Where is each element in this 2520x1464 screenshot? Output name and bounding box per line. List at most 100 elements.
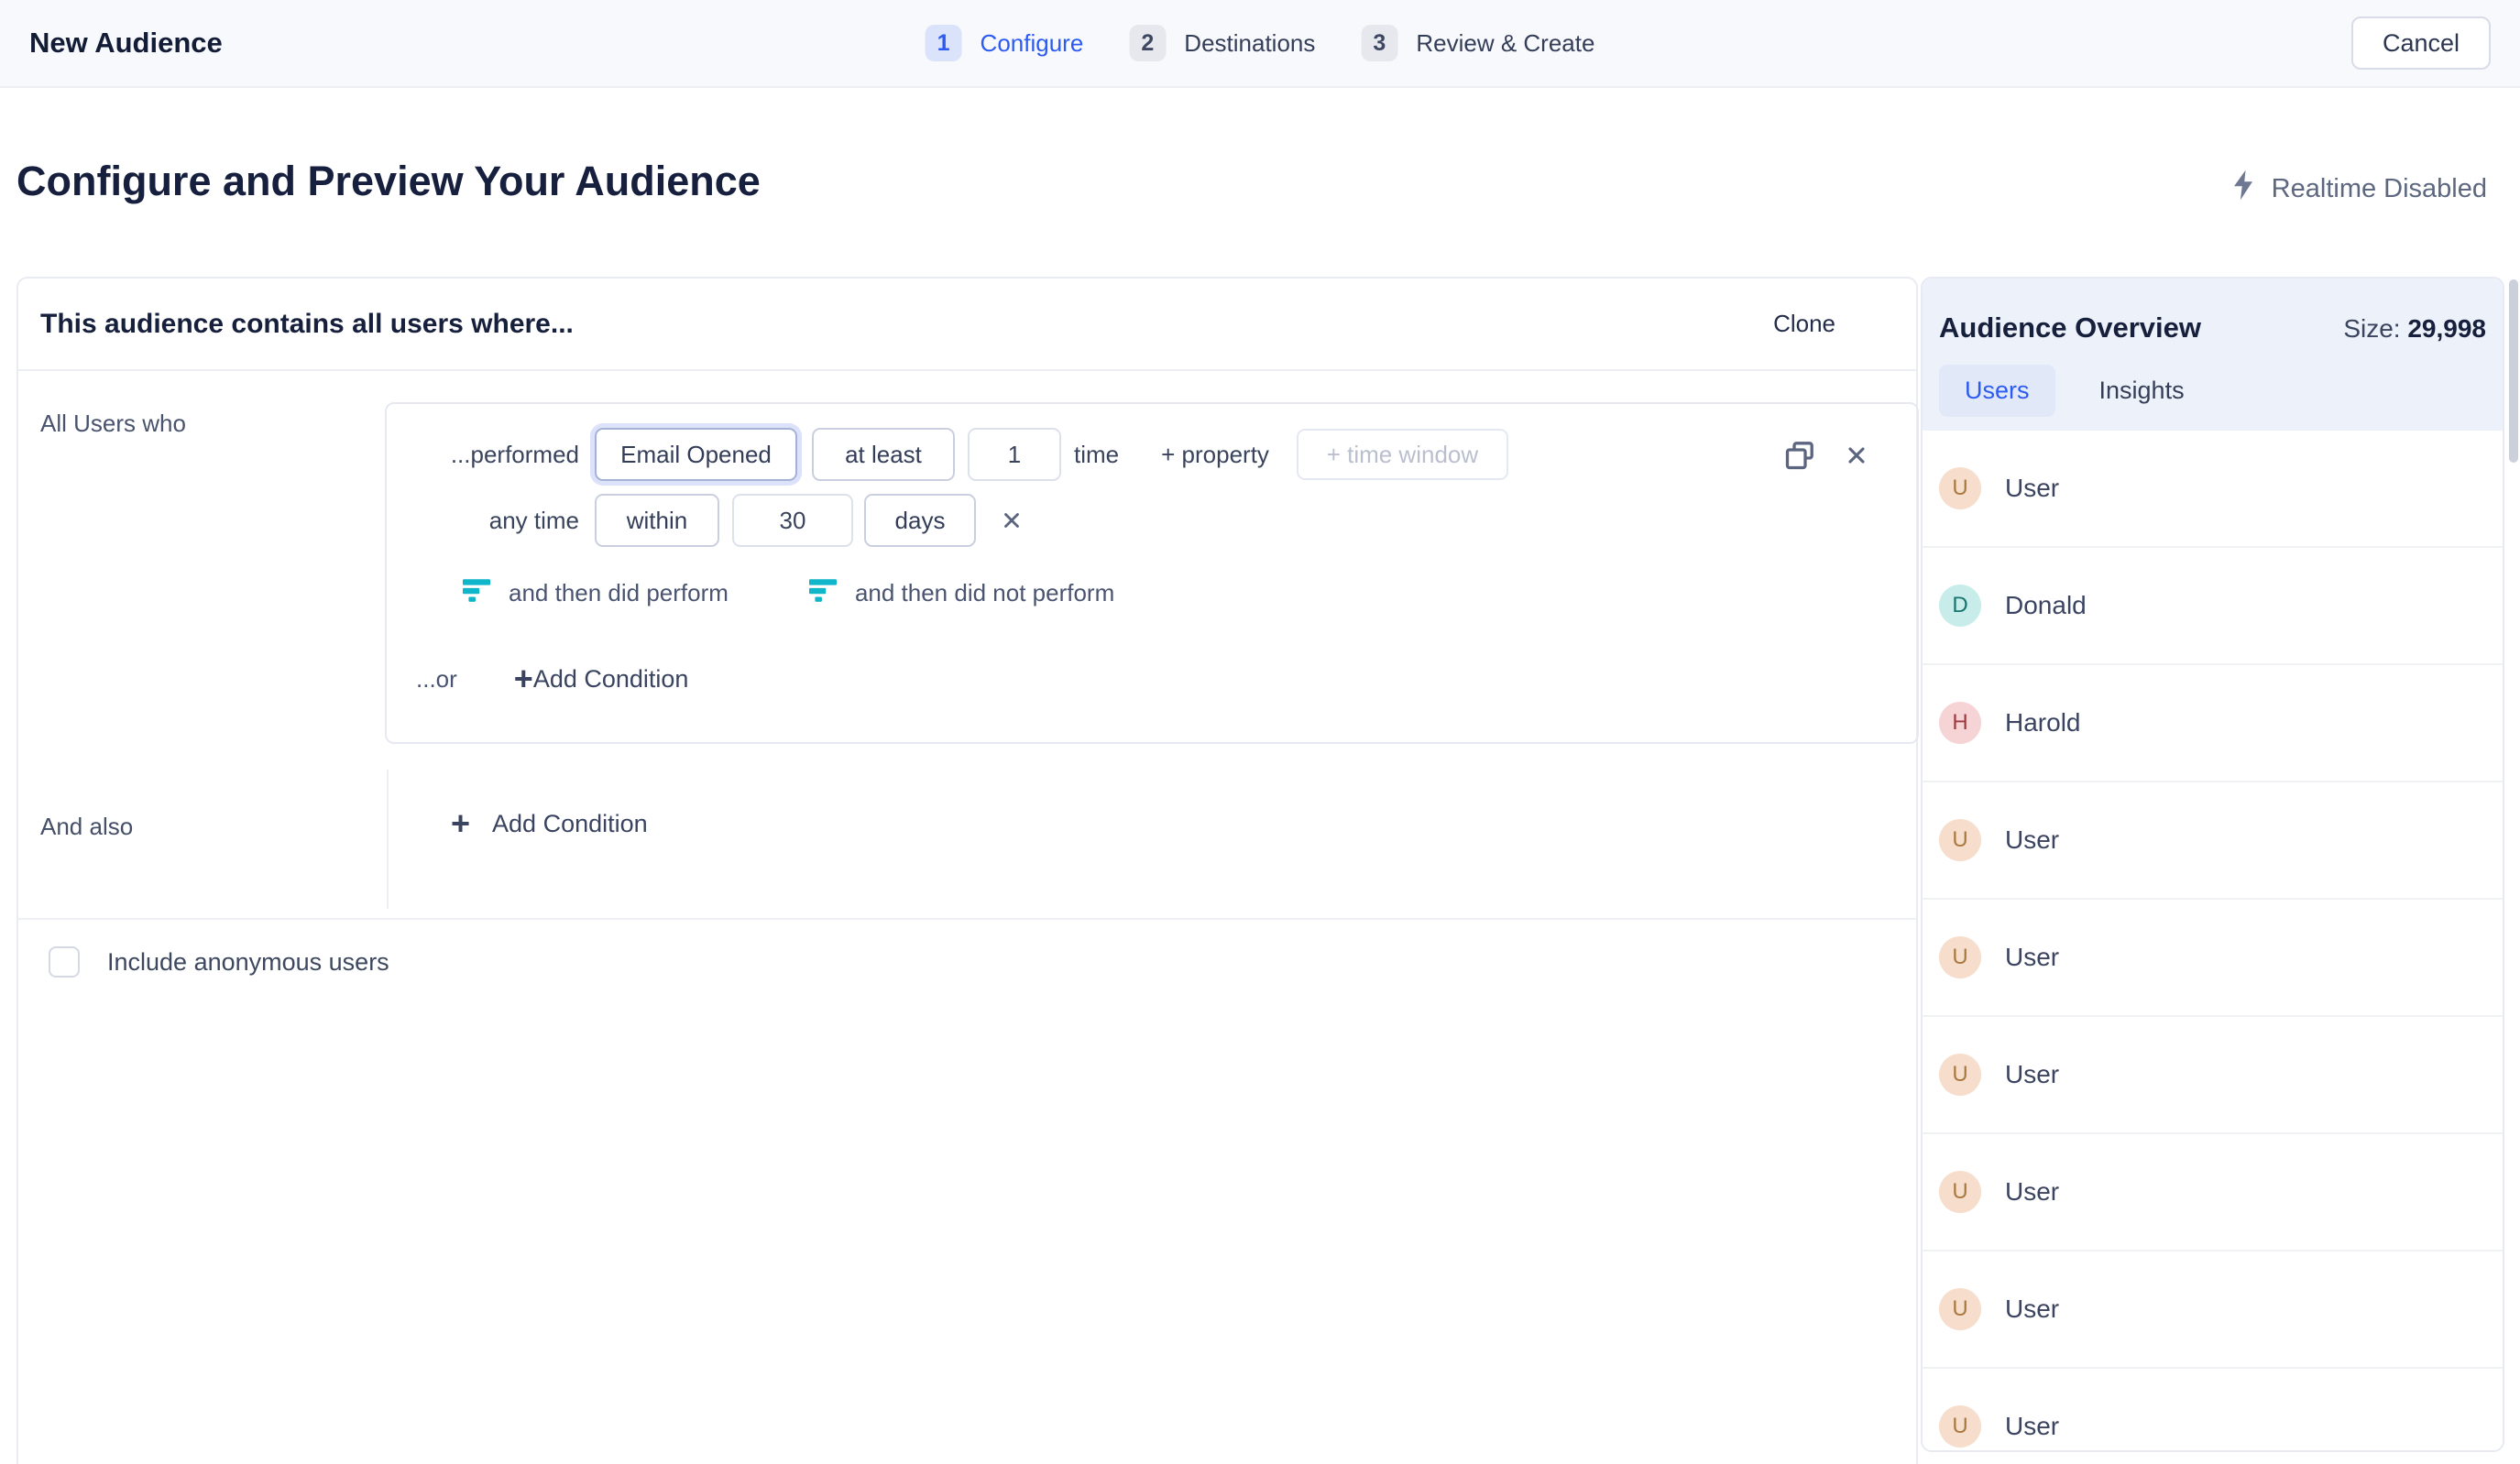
plus-icon: + — [514, 662, 533, 695]
user-row[interactable]: UUser — [1923, 782, 2503, 900]
duplicate-condition-button[interactable] — [1783, 439, 1816, 472]
add-condition-label: Add Condition — [533, 665, 689, 694]
topbar: New Audience 1 Configure 2 Destinations 3 Rev… — [0, 0, 2520, 88]
user-row[interactable]: UUser — [1923, 1017, 2503, 1134]
step-number: 2 — [1129, 25, 1166, 61]
avatar: U — [1939, 1405, 1981, 1448]
user-name: User — [2005, 1177, 2059, 1207]
operator-select[interactable]: at least — [812, 428, 955, 481]
anytime-label: any time — [387, 507, 579, 535]
anonymous-users-row: Include anonymous users — [49, 946, 389, 978]
builder-body: All Users who ...performed Email Opened … — [18, 371, 1916, 1464]
step-label: Destinations — [1184, 29, 1315, 58]
remove-time-window-button[interactable] — [1000, 508, 1024, 532]
user-name: Donald — [2005, 591, 2087, 620]
avatar: U — [1939, 936, 1981, 978]
user-list: UUserDDonaldHHaroldUUserUUserUUserUUserU… — [1923, 431, 2503, 1452]
remove-condition-button[interactable] — [1844, 442, 1869, 468]
and-also-label: And also — [40, 813, 133, 841]
builder-title: This audience contains all users where..… — [40, 309, 574, 340]
step-destinations[interactable]: 2 Destinations — [1129, 25, 1315, 61]
then-did-perform-label: and then did perform — [509, 579, 729, 607]
condition-row-event: ...performed Email Opened at least time … — [387, 428, 1508, 481]
screen: New Audience 1 Configure 2 Destinations 3 Rev… — [0, 0, 2520, 1464]
include-anonymous-label: Include anonymous users — [107, 948, 389, 977]
avatar: U — [1939, 1288, 1981, 1330]
event-select[interactable]: Email Opened — [595, 428, 797, 481]
user-name: User — [2005, 1295, 2059, 1324]
realtime-status: Realtime Disabled — [2230, 169, 2487, 209]
size-value: 29,998 — [2407, 314, 2486, 343]
user-row[interactable]: U User — [1923, 1134, 2503, 1251]
audience-overview-panel: Audience Overview Size: 29,998 Users Insi… — [1921, 277, 2504, 1452]
then-did-not-perform-label: and then did not perform — [855, 579, 1114, 607]
overview-title: Audience Overview — [1939, 311, 2201, 344]
overview-tabs: Users Insights — [1939, 365, 2486, 417]
user-name: User — [2005, 943, 2059, 972]
realtime-label: Realtime Disabled — [2272, 174, 2487, 204]
builder-header: This audience contains all users where..… — [18, 279, 1916, 371]
step-number: 3 — [1361, 25, 1397, 61]
include-anonymous-checkbox[interactable] — [49, 946, 80, 978]
cancel-button[interactable]: Cancel — [2351, 16, 2491, 70]
add-time-window-button[interactable]: + time window — [1297, 429, 1508, 480]
funnel-filter-icon — [463, 578, 490, 608]
sequence-actions-row: and then did perform and then did not pe… — [463, 578, 1114, 608]
user-name: Harold — [2005, 708, 2080, 737]
count-input[interactable] — [968, 428, 1061, 481]
step-configure[interactable]: 1 Configure — [926, 25, 1084, 61]
copy-icon — [1783, 461, 1816, 475]
step-label: Review & Create — [1416, 29, 1594, 58]
bolt-icon — [2230, 169, 2257, 209]
overview-header: Audience Overview Size: 29,998 Users Insi… — [1923, 279, 2503, 431]
size-label: Size: — [2343, 314, 2400, 343]
user-name: User — [2005, 1412, 2059, 1441]
avatar: U — [1939, 467, 1981, 509]
window-operator-select[interactable]: within — [595, 494, 719, 547]
step-review-create[interactable]: 3 Review & Create — [1361, 25, 1594, 61]
avatar: D — [1939, 585, 1981, 627]
group-label: All Users who — [40, 410, 186, 438]
step-number: 1 — [926, 25, 962, 61]
or-condition-row: ...or + Add Condition — [416, 662, 688, 695]
avatar: H — [1939, 702, 1981, 744]
add-and-condition-button[interactable]: + Add Condition — [451, 807, 648, 840]
tab-insights[interactable]: Insights — [2074, 365, 2210, 417]
funnel-filter-icon — [809, 578, 837, 608]
add-or-condition-button[interactable]: Add Condition — [533, 665, 689, 694]
user-name: User — [2005, 1060, 2059, 1089]
plus-icon: + — [451, 807, 470, 840]
step-label: Configure — [981, 29, 1084, 58]
user-row[interactable]: H Harold — [1923, 665, 2503, 782]
add-property-button[interactable]: + property — [1161, 441, 1269, 469]
add-condition-label: Add Condition — [492, 810, 648, 838]
condition-group: ...performed Email Opened at least time … — [385, 402, 1919, 744]
user-row[interactable]: D Donald — [1923, 548, 2503, 665]
close-icon — [1844, 457, 1869, 471]
section-divider — [18, 918, 1916, 920]
or-label: ...or — [416, 665, 457, 694]
condition-row-timewindow: any time within days — [387, 494, 1024, 547]
window-unit-select[interactable]: days — [864, 494, 976, 547]
avatar: U — [1939, 1171, 1981, 1213]
tab-users[interactable]: Users — [1939, 365, 2055, 417]
time-label: time — [1074, 441, 1119, 469]
avatar: U — [1939, 819, 1981, 861]
page-title: New Audience — [29, 27, 223, 60]
audience-size: Size: 29,998 — [2343, 314, 2486, 344]
stepper: 1 Configure 2 Destinations 3 Review & Create — [926, 25, 1595, 61]
clone-button[interactable]: Clone — [1773, 310, 1835, 338]
window-count-input[interactable] — [732, 494, 853, 547]
then-did-not-perform-button[interactable]: and then did not perform — [809, 578, 1114, 608]
audience-builder-card: This audience contains all users where..… — [16, 277, 1918, 1464]
user-name: User — [2005, 474, 2059, 503]
page-heading: Configure and Preview Your Audience — [16, 158, 761, 205]
then-did-perform-button[interactable]: and then did perform — [463, 578, 729, 608]
user-row[interactable]: U User — [1923, 900, 2503, 1017]
user-row[interactable]: U User — [1923, 1369, 2503, 1452]
close-icon — [1000, 521, 1024, 535]
user-row[interactable]: U User — [1923, 1251, 2503, 1369]
performed-label: ...performed — [387, 441, 579, 469]
user-row[interactable]: U User — [1923, 431, 2503, 548]
panel-scrollbar[interactable] — [2509, 279, 2518, 463]
